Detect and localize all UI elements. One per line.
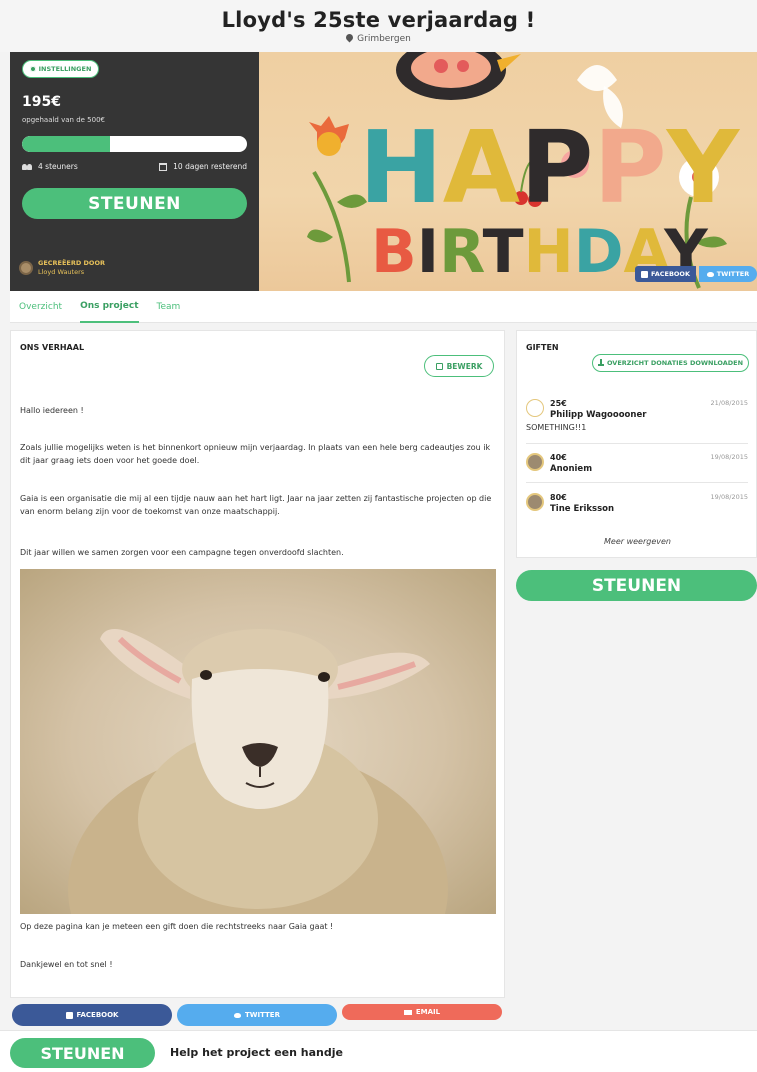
campaign-panel: INSTELLINGEN 195€ opgehaald van de 500€ …: [10, 52, 259, 291]
story-card: ONS VERHAAL BEWERK Hallo iedereen ! Zoal…: [10, 330, 505, 998]
list-item: 25€ 21/08/2015 Philipp Wagooooner SOMETH…: [526, 397, 748, 437]
facebook-icon: [641, 270, 649, 278]
hero-image: HAPPY BIRTHDAY FACEBOOK TWITTER: [259, 52, 757, 291]
edit-button[interactable]: BEWERK: [424, 355, 494, 377]
gift-amount: 40€: [550, 453, 567, 462]
share-bar: FACEBOOK TWITTER EMAIL: [12, 1004, 502, 1026]
days-text: 10 dagen resterend: [173, 162, 247, 171]
download-icon: [597, 359, 604, 366]
twitter-icon: [706, 271, 714, 277]
share-twitter-label: TWITTER: [245, 1011, 280, 1019]
page-title: Lloyd's 25ste verjaardag !: [221, 8, 536, 32]
calendar-icon: [159, 162, 168, 171]
story-paragraph: Dit jaar willen we samen zorgen voor een…: [20, 548, 344, 557]
story-paragraph: Dankjewel en tot snel !: [20, 960, 113, 969]
hero-twitter-button[interactable]: TWITTER: [699, 266, 757, 282]
tab-bar: Overzicht Ons project Team: [10, 291, 757, 323]
story-heading: ONS VERHAAL: [20, 343, 85, 352]
sticky-bottom-bar: STEUNEN Help het project een handje: [0, 1030, 757, 1072]
hero-facebook-label: FACEBOOK: [651, 270, 690, 278]
gift-donor: Philipp Wagooooner: [550, 410, 647, 420]
settings-button[interactable]: INSTELLINGEN: [22, 60, 99, 78]
raised-target: opgehaald van de 500€: [22, 116, 105, 124]
gift-donor: Anoniem: [550, 464, 593, 474]
bottom-bar-text: Help het project een handje: [170, 1046, 343, 1059]
download-label: OVERZICHT DONATIES DOWNLOADEN: [606, 359, 744, 367]
tab-team[interactable]: Team: [157, 291, 181, 323]
gift-date: 19/08/2015: [710, 493, 748, 501]
hero-facebook-button[interactable]: FACEBOOK: [635, 266, 696, 282]
gift-message: SOMETHING!!1: [526, 423, 587, 432]
share-facebook-button[interactable]: FACEBOOK: [12, 1004, 172, 1026]
gear-icon: [29, 66, 36, 72]
raised-amount: 195€: [22, 94, 61, 110]
list-item: 80€ 19/08/2015 Tine Eriksson: [526, 491, 748, 531]
story-paragraph: Hallo iedereen !: [20, 406, 84, 415]
gift-date: 21/08/2015: [710, 399, 748, 407]
divider: [526, 443, 748, 444]
users-icon: [22, 163, 32, 170]
progress-fill: [22, 136, 110, 152]
story-paragraph: Op deze pagina kan je meteen een gift do…: [20, 922, 334, 931]
hero: INSTELLINGEN 195€ opgehaald van de 500€ …: [10, 52, 757, 291]
progress-bar: [22, 136, 247, 152]
list-item: 40€ 19/08/2015 Anoniem: [526, 451, 748, 491]
gifts-heading: GIFTEN: [526, 343, 559, 352]
creator: GECREËERD DOOR Lloyd Wauters: [19, 259, 105, 276]
mail-icon: [403, 1009, 412, 1015]
location-text: Grimbergen: [357, 34, 411, 44]
avatar: [526, 453, 544, 471]
bottom-support-button[interactable]: STEUNEN: [10, 1038, 155, 1068]
gift-date: 19/08/2015: [710, 453, 748, 461]
show-more-link[interactable]: Meer weergeven: [517, 537, 757, 546]
edit-label: BEWERK: [446, 361, 483, 371]
map-pin-icon: [344, 32, 355, 43]
sheep-photo: [20, 569, 496, 914]
twitter-icon: [234, 1012, 241, 1018]
location: Grimbergen: [0, 32, 757, 44]
page-header: Lloyd's 25ste verjaardag ! Grimbergen: [0, 0, 757, 52]
facebook-icon: [65, 1011, 73, 1019]
story-paragraph: Zoals jullie mogelijks weten is het binn…: [20, 443, 491, 465]
settings-label: INSTELLINGEN: [38, 65, 92, 73]
avatar: [19, 260, 33, 275]
share-facebook-label: FACEBOOK: [76, 1011, 119, 1019]
supporters-text: 4 steuners: [38, 162, 78, 171]
creator-name-link[interactable]: Lloyd Wauters: [38, 268, 105, 276]
story-paragraph: Gaia is een organisatie die mij al een t…: [20, 494, 492, 516]
happy-birthday-illustration: HAPPY BIRTHDAY: [307, 52, 741, 289]
supporters-count: 4 steuners: [22, 162, 78, 171]
share-email-button[interactable]: EMAIL: [342, 1004, 502, 1020]
support-button[interactable]: STEUNEN: [22, 188, 247, 219]
hero-twitter-label: TWITTER: [716, 270, 750, 278]
bird-illustration: [396, 52, 521, 100]
tab-overzicht[interactable]: Overzicht: [19, 291, 62, 323]
download-donations-button[interactable]: OVERZICHT DONATIES DOWNLOADEN: [592, 354, 749, 372]
share-twitter-button[interactable]: TWITTER: [177, 1004, 337, 1026]
pencil-icon: [435, 362, 443, 370]
sidebar-support-button[interactable]: STEUNEN: [516, 570, 757, 601]
created-by-label: GECREËERD DOOR: [38, 259, 105, 267]
avatar: [526, 399, 544, 417]
gift-amount: 80€: [550, 493, 567, 502]
divider: [526, 482, 748, 483]
gifts-card: GIFTEN OVERZICHT DONATIES DOWNLOADEN 25€…: [516, 330, 757, 558]
tab-ons-project[interactable]: Ons project: [80, 291, 139, 323]
happy-word: HAPPY: [359, 109, 741, 226]
butterfly-illustration: [577, 65, 617, 91]
days-remaining: 10 dagen resterend: [159, 162, 247, 171]
gift-donor: Tine Eriksson: [550, 504, 615, 514]
share-email-label: EMAIL: [415, 1008, 441, 1016]
avatar: [526, 493, 544, 511]
gift-amount: 25€: [550, 399, 567, 408]
flower-illustration: [307, 116, 367, 283]
